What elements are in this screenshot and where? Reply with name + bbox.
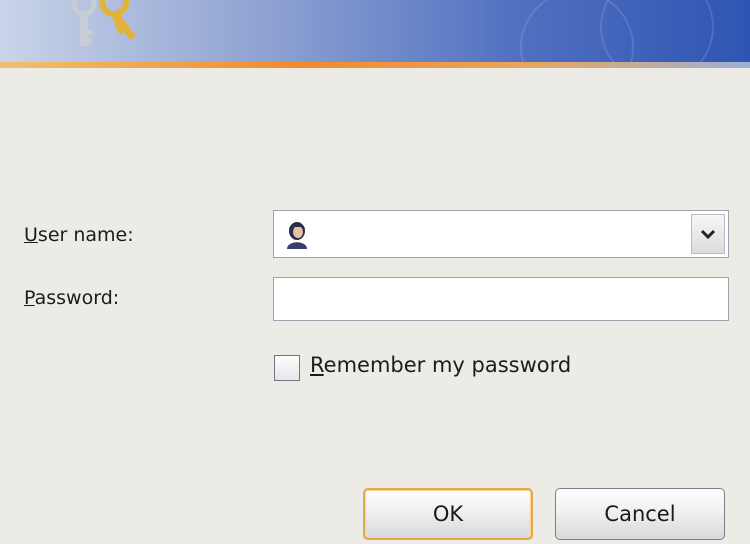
- username-combobox[interactable]: [273, 210, 729, 258]
- keys-icon: [71, 0, 136, 46]
- ok-button[interactable]: OK: [363, 488, 533, 540]
- remember-password-label[interactable]: Remember my password: [310, 353, 571, 377]
- password-field[interactable]: [273, 277, 729, 321]
- banner-accent-stripe: [0, 62, 750, 68]
- dialog-banner: [0, 0, 750, 68]
- username-label: User name:: [24, 224, 134, 246]
- banner-decoration: [600, 0, 714, 68]
- password-label: Password:: [24, 287, 120, 309]
- remember-password-checkbox[interactable]: [274, 355, 300, 381]
- cancel-button[interactable]: Cancel: [555, 488, 725, 540]
- chevron-down-icon: [700, 229, 716, 240]
- user-icon: [287, 222, 307, 249]
- username-dropdown-button[interactable]: [691, 214, 725, 254]
